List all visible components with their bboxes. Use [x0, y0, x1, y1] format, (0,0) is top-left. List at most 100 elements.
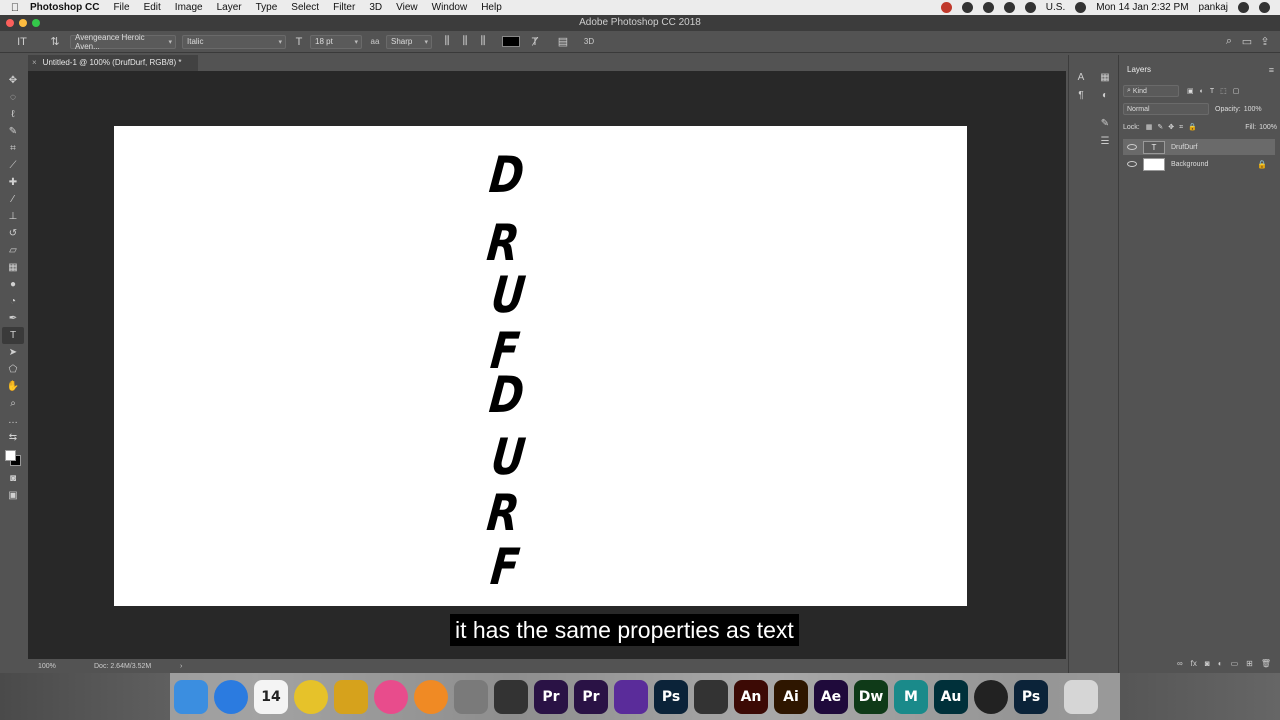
healing-tool-icon[interactable]: ✚: [2, 174, 24, 191]
layer-row-background[interactable]: Background 🔒: [1123, 156, 1275, 172]
search-icon[interactable]: ⌕: [1222, 35, 1236, 49]
font-style-select[interactable]: Italic ▾: [182, 34, 286, 49]
apple-icon[interactable]: : [0, 2, 30, 14]
zoom-tool-icon[interactable]: ⌕: [2, 395, 24, 412]
hand-tool-icon[interactable]: ✋: [2, 378, 24, 395]
filter-icons[interactable]: ▣◐T⬚▢: [1187, 87, 1245, 95]
default-colors-icon[interactable]: ⇆: [2, 429, 24, 446]
menu-help[interactable]: Help: [481, 2, 502, 13]
user-name[interactable]: pankaj: [1199, 2, 1228, 13]
books-icon[interactable]: [414, 679, 448, 714]
mask-icon[interactable]: ◙: [1205, 659, 1210, 668]
status-menu-arrow[interactable]: ›: [180, 663, 182, 670]
link-layers-icon[interactable]: ∞: [1177, 659, 1183, 668]
trash-icon[interactable]: 🗑: [1261, 659, 1271, 668]
final-cut-icon[interactable]: [694, 679, 728, 714]
3d-button[interactable]: 3D: [580, 35, 598, 49]
brush-tool-icon[interactable]: ⁄: [2, 191, 24, 208]
illustrator-icon[interactable]: Ai: [774, 679, 808, 714]
more-tools-icon[interactable]: …: [2, 412, 24, 429]
photoshop-2-icon[interactable]: Ps: [1014, 679, 1048, 714]
filter-kind-select[interactable]: ⌕ Kind: [1123, 85, 1179, 97]
trash-icon[interactable]: [1064, 679, 1098, 714]
document-canvas[interactable]: D R U F D U R F: [114, 126, 967, 606]
tab-layers[interactable]: Layers: [1119, 63, 1161, 77]
antialias-select[interactable]: Sharp ▾: [386, 34, 432, 49]
recording-icon[interactable]: [940, 2, 952, 13]
text-color-swatch[interactable]: [502, 36, 520, 47]
close-tab-icon[interactable]: ×: [32, 58, 37, 67]
character-panel-icon[interactable]: A: [1073, 69, 1089, 85]
lasso-tool-icon[interactable]: ℓ: [2, 106, 24, 123]
fill-value[interactable]: 100%: [1259, 124, 1277, 131]
align-bottom-icon[interactable]: ⫼: [476, 35, 490, 49]
move-tool-icon[interactable]: ✥: [2, 72, 24, 89]
brush-panel-icon[interactable]: ✎: [1097, 115, 1113, 131]
path-select-tool-icon[interactable]: ➤: [2, 344, 24, 361]
group-icon[interactable]: ▭: [1231, 659, 1239, 668]
foreground-color-swatch[interactable]: [5, 450, 16, 461]
purple-app-icon[interactable]: [614, 679, 648, 714]
lock-icons[interactable]: ▦✎✥⌗🔒: [1146, 123, 1202, 132]
menu-layer[interactable]: Layer: [217, 2, 242, 13]
menu-select[interactable]: Select: [291, 2, 319, 13]
panel-menu-icon[interactable]: ≡: [1269, 65, 1274, 75]
wifi-icon[interactable]: [1003, 2, 1015, 13]
align-center-icon[interactable]: ⫼: [458, 35, 472, 49]
layer-row-drufdurf[interactable]: T DrufDurf: [1123, 139, 1275, 155]
menu-file[interactable]: File: [113, 2, 129, 13]
paragraph-panel-icon[interactable]: ¶: [1073, 87, 1089, 103]
chrome-icon[interactable]: [294, 679, 328, 714]
itunes-icon[interactable]: [374, 679, 408, 714]
app-menu[interactable]: Photoshop CC: [30, 2, 99, 13]
tool-preset-icon[interactable]: IT: [10, 35, 34, 49]
eject-icon[interactable]: [1075, 2, 1087, 13]
volume-icon[interactable]: [1024, 2, 1036, 13]
sync-icon[interactable]: [982, 2, 994, 13]
adjustments-panel-icon[interactable]: ◐: [1097, 87, 1113, 103]
properties-panel-icon[interactable]: ☰: [1097, 133, 1113, 149]
photoshop-icon[interactable]: Ps: [654, 679, 688, 714]
new-layer-icon[interactable]: ⊞: [1246, 659, 1253, 668]
align-top-icon[interactable]: ⫼: [440, 35, 454, 49]
zoom-level[interactable]: 100%: [38, 663, 88, 670]
history-brush-tool-icon[interactable]: ↺: [2, 225, 24, 242]
workspace-icon[interactable]: ▭: [1240, 35, 1254, 49]
character-panel-icon[interactable]: ▤: [556, 35, 570, 49]
menu-filter[interactable]: Filter: [333, 2, 355, 13]
eraser-tool-icon[interactable]: ▱: [2, 242, 24, 259]
minimize-window-icon[interactable]: [19, 19, 27, 27]
type-tool-icon[interactable]: T: [2, 327, 24, 344]
warp-text-icon[interactable]: Ⱦ: [528, 35, 542, 49]
spotlight-icon[interactable]: [1238, 2, 1249, 13]
premiere-2-icon[interactable]: Pr: [574, 679, 608, 714]
blur-tool-icon[interactable]: ●: [2, 276, 24, 293]
zoom-window-icon[interactable]: [32, 19, 40, 27]
eyedropper-tool-icon[interactable]: ⟋: [2, 157, 24, 174]
share-icon[interactable]: ⇪: [1258, 35, 1272, 49]
premiere-icon[interactable]: Pr: [534, 679, 568, 714]
eye-icon[interactable]: [1127, 161, 1137, 167]
blend-mode-select[interactable]: Normal: [1123, 103, 1209, 115]
text-orientation-icon[interactable]: ⇅: [48, 35, 62, 49]
preferences-icon[interactable]: [454, 679, 488, 714]
adjustment-layer-icon[interactable]: ◐: [1218, 659, 1223, 668]
fx-button[interactable]: fx: [1191, 659, 1197, 668]
animate-icon[interactable]: An: [734, 679, 768, 714]
font-family-select[interactable]: Avengeance Heroic Aven... ▾: [70, 33, 176, 51]
menu-edit[interactable]: Edit: [144, 2, 161, 13]
document-tab[interactable]: × Untitled-1 @ 100% (DrufDurf, RGB/8) *: [28, 55, 198, 71]
pen-tool-icon[interactable]: ✒: [2, 310, 24, 327]
maya-icon[interactable]: M: [894, 679, 928, 714]
finder-icon[interactable]: [174, 679, 208, 714]
notification-center-icon[interactable]: [1259, 2, 1270, 13]
radiation-app-icon[interactable]: [334, 679, 368, 714]
safari-icon[interactable]: [214, 679, 248, 714]
crop-tool-icon[interactable]: ⌗: [2, 140, 24, 157]
dreamweaver-icon[interactable]: Dw: [854, 679, 888, 714]
clapper-icon[interactable]: [494, 679, 528, 714]
obs-icon[interactable]: [974, 679, 1008, 714]
audition-icon[interactable]: Au: [934, 679, 968, 714]
color-swatches[interactable]: [2, 446, 24, 470]
gradient-tool-icon[interactable]: ▦: [2, 259, 24, 276]
